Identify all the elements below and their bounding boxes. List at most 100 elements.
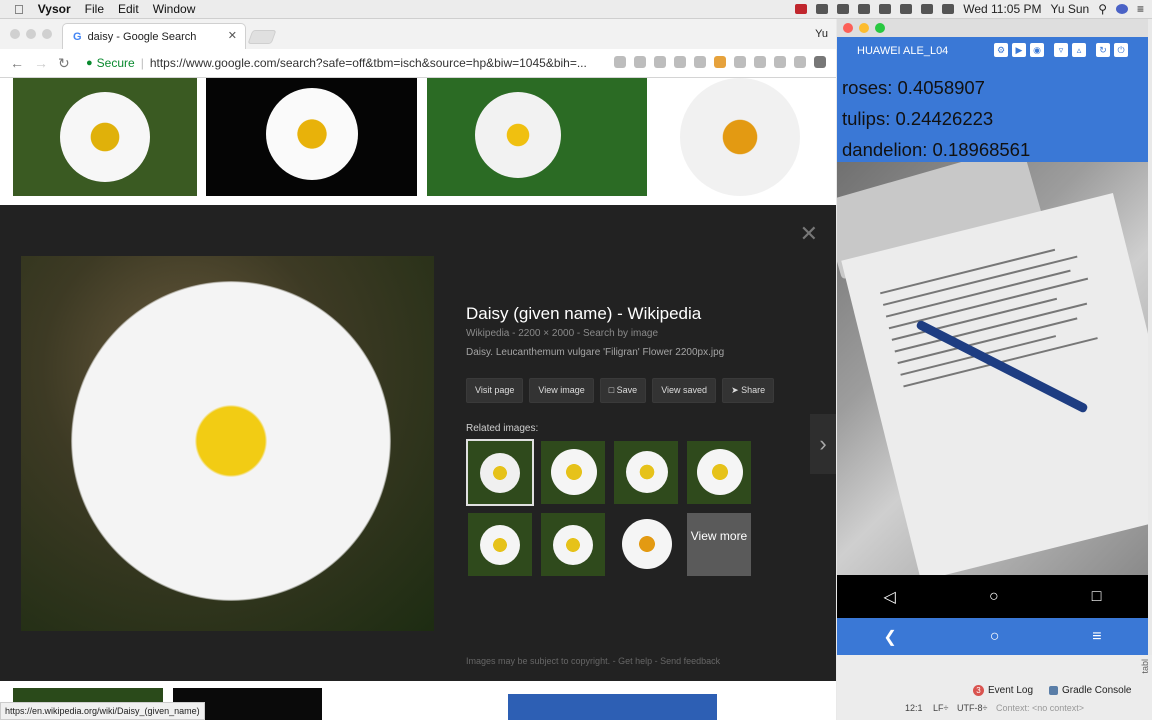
menubar-clock[interactable]: Wed 11:05 PM	[963, 2, 1041, 16]
related-image[interactable]	[466, 439, 534, 506]
pocket-extension-icon[interactable]	[754, 56, 766, 68]
related-image[interactable]	[468, 513, 532, 576]
copyright-notice[interactable]: Images may be subject to copyright. - Ge…	[466, 656, 720, 666]
encoding[interactable]: UTF-8÷	[957, 703, 987, 713]
camera-extension-icon[interactable]	[654, 56, 666, 68]
android-home-icon[interactable]: ○	[989, 588, 999, 606]
rotate-icon[interactable]: ↻	[1096, 43, 1110, 57]
line-ending[interactable]: LF÷	[933, 703, 948, 713]
android-back-icon[interactable]: ◁	[884, 587, 896, 607]
new-tab-button[interactable]	[247, 30, 277, 44]
browser-tab[interactable]: G daisy - Google Search ✕	[62, 23, 246, 49]
menu-file[interactable]: File	[85, 2, 104, 16]
result-thumbnail-7[interactable]	[508, 694, 717, 720]
tray-cloud-icon[interactable]	[837, 4, 850, 14]
context-status[interactable]: Context: <no context>	[996, 703, 1084, 713]
result-thumbnail-4[interactable]	[660, 78, 836, 196]
vysor-tools: ⚙ ▶ ◉ ▿ ▵ ↻ ⏻	[994, 43, 1128, 57]
result-thumbnail-1[interactable]	[13, 78, 197, 196]
visit-page-button[interactable]: Visit page	[466, 378, 524, 403]
daisy-image	[680, 78, 800, 196]
spotlight-icon[interactable]: ⚲	[1098, 2, 1107, 16]
daisy-image	[626, 451, 668, 493]
tray-app-icon[interactable]	[795, 4, 808, 14]
camera-icon[interactable]: ◉	[1030, 43, 1044, 57]
tab-close-icon[interactable]: ✕	[228, 29, 237, 42]
daisy-image	[551, 449, 597, 495]
vysor-minimize-icon[interactable]	[859, 23, 869, 33]
star-icon[interactable]	[634, 56, 646, 68]
settings-icon[interactable]: ⚙	[994, 43, 1008, 57]
vysor-toolbar: HUAWEI ALE_L04 ⚙ ▶ ◉ ▿ ▵ ↻ ⏻	[837, 37, 1148, 65]
minimize-window-icon[interactable]	[26, 29, 36, 39]
tray-bluetooth-icon[interactable]	[879, 4, 892, 14]
camera-preview[interactable]	[837, 162, 1148, 575]
zoom-window-icon[interactable]	[42, 29, 52, 39]
profile-name[interactable]: Yu	[815, 28, 828, 40]
amazon-extension-icon[interactable]	[774, 56, 786, 68]
related-image[interactable]	[687, 441, 751, 504]
result-thumbnail-3[interactable]	[427, 78, 647, 196]
cloud-extension-icon[interactable]	[674, 56, 686, 68]
notification-center-icon[interactable]: ≡	[1137, 2, 1144, 16]
related-image[interactable]	[541, 441, 605, 504]
reload-icon[interactable]: ↻	[58, 55, 72, 72]
back-icon[interactable]: ←	[10, 55, 24, 71]
location-icon[interactable]	[614, 56, 626, 68]
close-window-icon[interactable]	[10, 29, 20, 39]
android-recents-icon[interactable]: □	[1092, 588, 1102, 606]
vysor-zoom-icon[interactable]	[875, 23, 885, 33]
view-more-button[interactable]: View more	[687, 513, 751, 576]
preview-image[interactable]	[21, 256, 434, 631]
vysor-home-icon[interactable]: ○	[990, 628, 1000, 646]
extension-icon[interactable]	[694, 56, 706, 68]
prediction-tulips: tulips: 0.24426223	[842, 108, 994, 129]
related-image[interactable]	[614, 513, 678, 576]
related-image[interactable]	[541, 513, 605, 576]
tray-record-icon[interactable]	[816, 4, 829, 14]
menubar-user[interactable]: Yu Sun	[1050, 2, 1089, 16]
next-arrow-icon[interactable]: ›	[810, 414, 836, 474]
tray-flag-icon[interactable]	[942, 4, 955, 14]
volume-up-icon[interactable]: ▵	[1072, 43, 1086, 57]
secure-label[interactable]: Secure	[97, 56, 135, 70]
vysor-close-icon[interactable]	[843, 23, 853, 33]
cursor-position[interactable]: 12:1	[905, 703, 923, 713]
menu-icon[interactable]	[814, 56, 826, 68]
power-icon[interactable]: ⏻	[1114, 43, 1128, 57]
ide-side-tab[interactable]: tabl	[1140, 659, 1150, 674]
color-extension-icon[interactable]	[714, 56, 726, 68]
square-extension-icon[interactable]	[734, 56, 746, 68]
forward-icon[interactable]: →	[34, 55, 48, 71]
apple-icon[interactable]: 	[14, 2, 24, 17]
image-preview-panel: ✕ Daisy (given name) - Wikipedia Wikiped…	[0, 205, 836, 681]
volume-down-icon[interactable]: ▿	[1054, 43, 1068, 57]
result-thumbnail-2[interactable]	[206, 78, 417, 196]
browser-toolbar: G daisy - Google Search ✕ Yu ← → ↻ ● Sec…	[0, 19, 836, 78]
video-icon[interactable]: ▶	[1012, 43, 1026, 57]
menu-edit[interactable]: Edit	[118, 2, 139, 16]
vysor-menu-icon[interactable]: ≡	[1092, 628, 1101, 646]
gradle-console-button[interactable]: Gradle Console	[1049, 685, 1131, 696]
siri-icon[interactable]	[1115, 4, 1128, 14]
vysor-back-icon[interactable]: ❮	[883, 627, 896, 647]
shield-extension-icon[interactable]	[794, 56, 806, 68]
view-image-button[interactable]: View image	[529, 378, 594, 403]
close-panel-icon[interactable]: ✕	[800, 221, 818, 247]
lock-icon[interactable]: ●	[86, 57, 93, 69]
prediction-roses: roses: 0.4058907	[842, 77, 985, 98]
tray-wifi-icon[interactable]	[900, 4, 913, 14]
save-button[interactable]: □ Save	[599, 378, 647, 403]
url-input[interactable]: https://www.google.com/search?safe=off&t…	[150, 56, 590, 70]
tray-display-icon[interactable]	[858, 4, 871, 14]
related-image[interactable]	[614, 441, 678, 504]
share-button[interactable]: ➤ Share	[722, 378, 775, 403]
image-title[interactable]: Daisy (given name) - Wikipedia	[466, 304, 806, 324]
tray-battery-icon[interactable]	[921, 4, 934, 14]
menu-window[interactable]: Window	[153, 2, 196, 16]
event-log-button[interactable]: 3 Event Log	[973, 685, 1033, 696]
menu-app-name[interactable]: Vysor	[38, 2, 71, 16]
view-saved-button[interactable]: View saved	[652, 378, 717, 403]
related-images-label: Related images:	[466, 423, 539, 434]
share-icon: ➤	[731, 385, 742, 395]
